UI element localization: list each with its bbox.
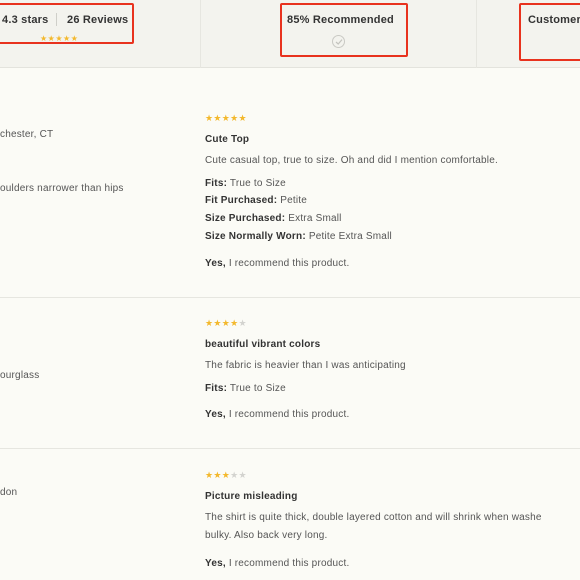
reviewer-location: don: [0, 487, 18, 498]
reviewer-body-type: ourglass: [0, 370, 40, 381]
summary-divider: [476, 0, 477, 68]
review-attribute: Fits: True to Size: [205, 383, 286, 394]
review-recommendation: Yes, I recommend this product.: [205, 558, 350, 569]
review-star-rating: ★★★★★: [205, 470, 247, 480]
reviewer-body-type: oulders narrower than hips: [0, 183, 124, 194]
recommended-highlight-box: [280, 3, 408, 57]
review-attribute: Fit Purchased: Petite: [205, 195, 308, 206]
review-text: Cute casual top, true to size. Oh and di…: [205, 155, 498, 166]
review-attribute: Fits: True to Size: [205, 178, 286, 189]
review-title: Picture misleading: [205, 491, 298, 502]
reviewer-location: chester, CT: [0, 129, 54, 140]
review-attribute: Size Purchased: Extra Small: [205, 213, 342, 224]
review-title: Cute Top: [205, 134, 250, 145]
review-recommendation: Yes, I recommend this product.: [205, 258, 350, 269]
review-text: The shirt is quite thick, double layered…: [205, 512, 542, 523]
rating-highlight-box: [0, 3, 134, 44]
customers-highlight-box: [519, 3, 580, 61]
review-star-rating: ★★★★★: [205, 318, 247, 328]
review-star-rating: ★★★★★: [205, 113, 247, 123]
review-divider: [0, 448, 580, 449]
summary-divider: [200, 0, 201, 68]
review-attribute: Size Normally Worn: Petite Extra Small: [205, 231, 392, 242]
review-divider: [0, 297, 580, 298]
review-title: beautiful vibrant colors: [205, 339, 321, 350]
review-text: bulky. Also back very long.: [205, 530, 328, 541]
review-text: The fabric is heavier than I was anticip…: [205, 360, 406, 371]
review-recommendation: Yes, I recommend this product.: [205, 409, 350, 420]
